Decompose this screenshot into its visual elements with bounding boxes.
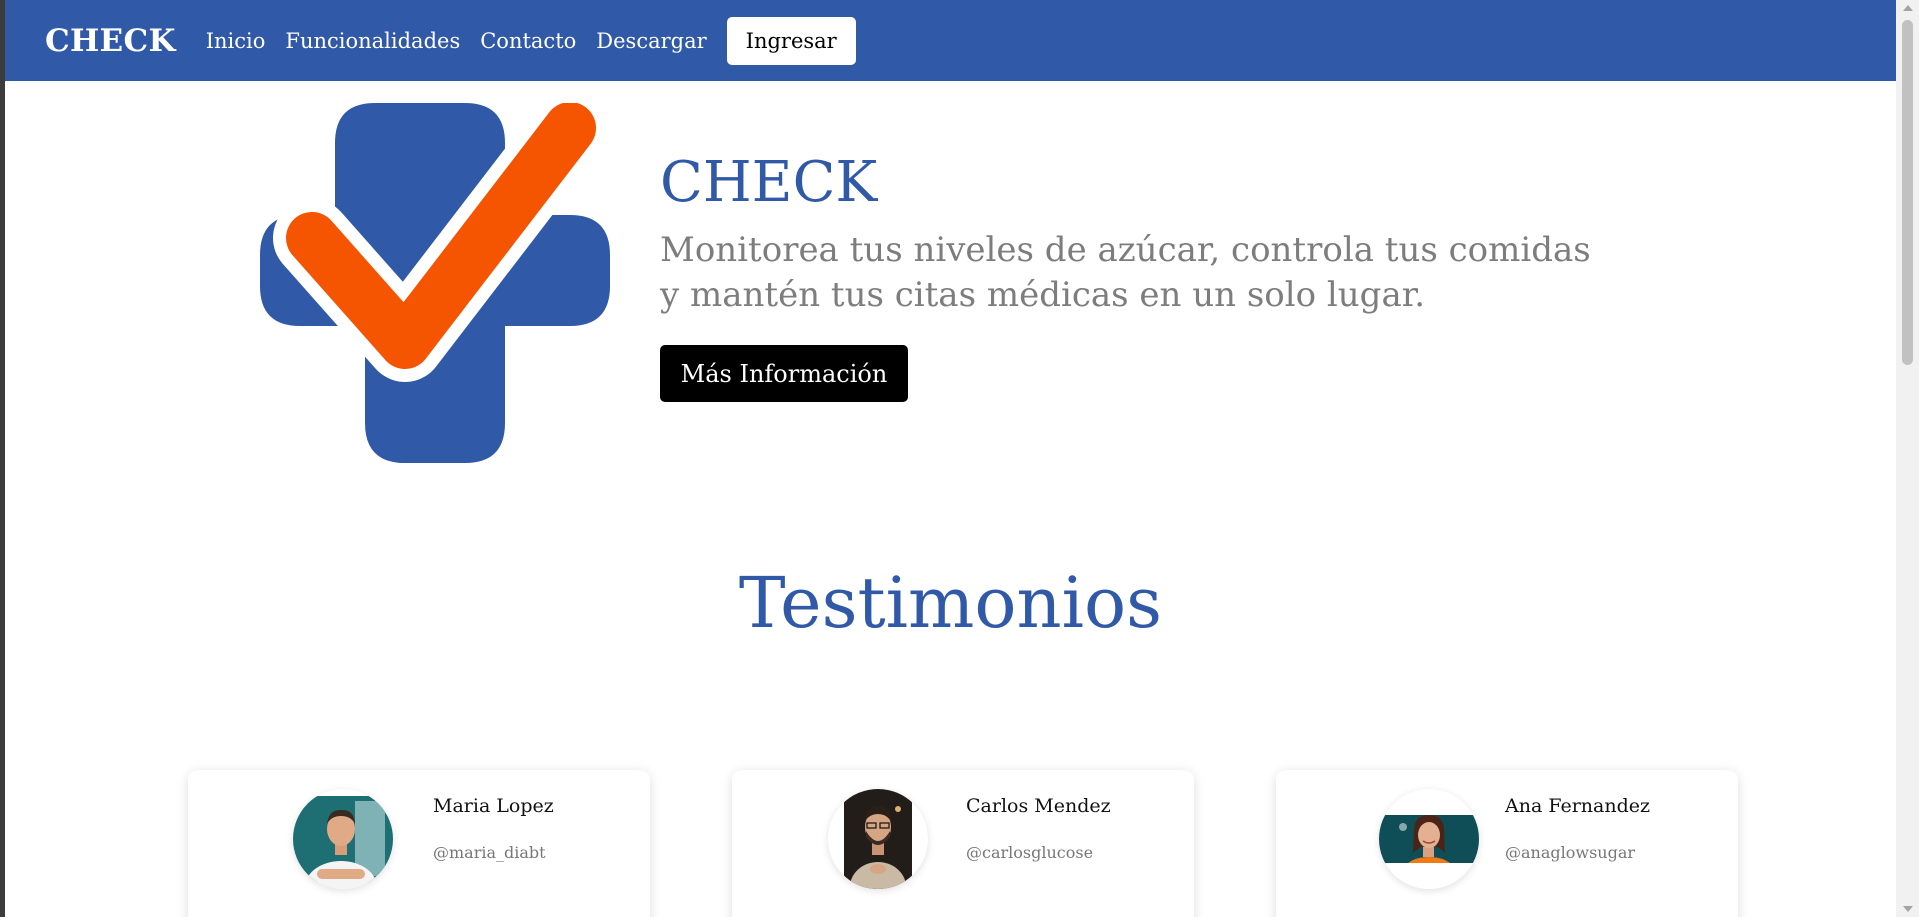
scroll-up-arrow-icon[interactable] [1903,5,1913,11]
nav-link-descargar[interactable]: Descargar [596,29,706,53]
testimonial-name: Maria Lopez [433,795,554,817]
testimonials-title: Testimonios [738,562,1163,644]
more-info-button[interactable]: Más Información [660,345,908,402]
vertical-scrollbar[interactable] [1896,0,1919,917]
page: CHECK Inicio Funcionalidades Contacto De… [0,0,1896,917]
testimonial-handle: @carlosglucose [966,843,1094,862]
nav-link-funcionalidades[interactable]: Funcionalidades [285,29,460,53]
scroll-down-arrow-icon[interactable] [1903,906,1913,912]
brand-logo-text[interactable]: CHECK [45,23,176,59]
scrollbar-thumb[interactable] [1902,20,1913,365]
testimonial-card: Ana Fernandez @anaglowsugar [1276,770,1738,917]
medical-cross-check-logo-icon [260,103,610,463]
testimonial-card: Maria Lopez @maria_diabt [188,770,650,917]
avatar [828,789,928,889]
navbar: CHECK Inicio Funcionalidades Contacto De… [5,0,1896,81]
testimonial-name: Ana Fernandez [1505,795,1651,817]
person-photo-icon [1379,815,1479,889]
person-photo-icon [293,796,393,889]
testimonial-handle: @maria_diabt [433,843,546,862]
testimonial-name: Carlos Mendez [966,795,1111,817]
testimonial-card: Carlos Mendez @carlosglucose [732,770,1194,917]
avatar [293,789,393,889]
hero-title: CHECK [660,150,878,215]
hero-subtitle: Monitorea tus niveles de azúcar, control… [660,230,1591,315]
nav-link-inicio[interactable]: Inicio [206,29,266,53]
avatar [1379,789,1479,889]
person-photo-icon [844,789,912,889]
login-button[interactable]: Ingresar [726,16,856,65]
nav-links: Inicio Funcionalidades Contacto Descarga… [206,16,856,65]
nav-link-contacto[interactable]: Contacto [480,29,576,53]
testimonial-handle: @anaglowsugar [1505,843,1636,862]
